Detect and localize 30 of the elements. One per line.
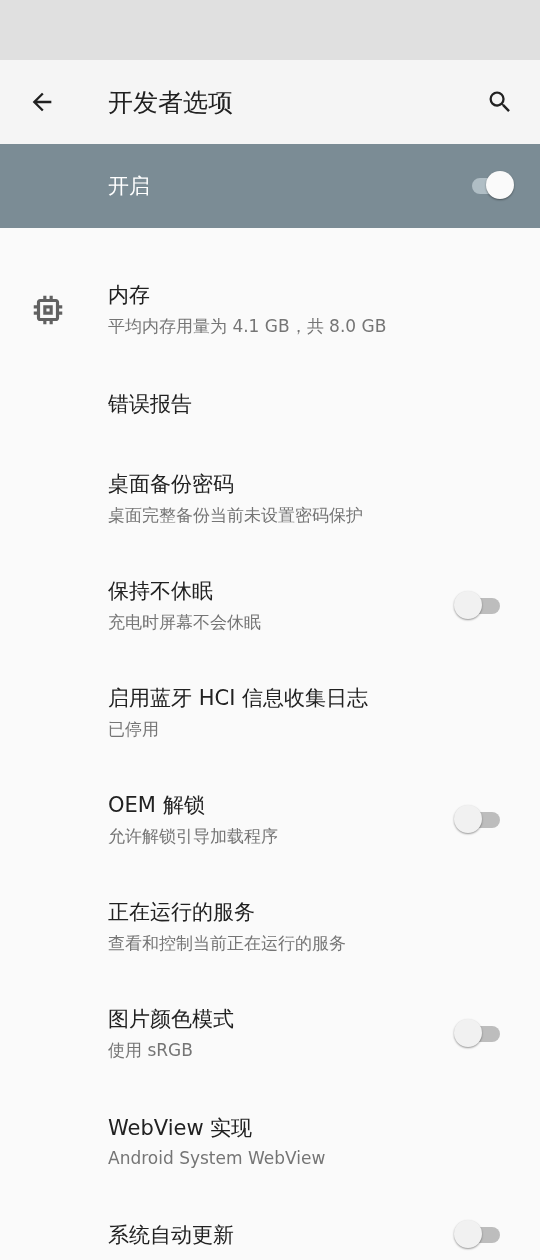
setting-summary: 平均内存用量为 4.1 GB，共 8.0 GB	[108, 315, 388, 338]
setting-item[interactable]: 启用蓝牙 HCI 信息收集日志 已停用	[0, 659, 540, 766]
setting-summary: 充电时屏幕不会休眠	[108, 611, 262, 634]
setting-item[interactable]: 图片颜色模式 使用 sRGB	[0, 980, 540, 1087]
setting-item[interactable]: 桌面备份密码 桌面完整备份当前未设置密码保护	[0, 445, 540, 552]
setting-item[interactable]: OEM 解锁 允许解锁引导加载程序	[0, 766, 540, 873]
setting-title: OEM 解锁	[108, 792, 206, 819]
setting-title: 正在运行的服务	[108, 899, 256, 926]
setting-summary: 查看和控制当前正在运行的服务	[108, 932, 347, 955]
setting-item[interactable]: 内存 平均内存用量为 4.1 GB，共 8.0 GB	[0, 256, 540, 363]
setting-summary: Android System WebView	[108, 1147, 327, 1168]
setting-item[interactable]: 保持不休眠 充电时屏幕不会休眠	[0, 552, 540, 659]
setting-summary: 桌面完整备份当前未设置密码保护	[108, 504, 364, 527]
setting-item[interactable]: 错误报告	[0, 363, 540, 445]
setting-summary: 允许解锁引导加载程序	[108, 825, 279, 848]
screen-title: 开发者选项	[108, 86, 233, 119]
setting-item[interactable]: 系统自动更新	[0, 1194, 540, 1260]
setting-title: 系统自动更新	[108, 1222, 235, 1249]
master-switch-label: 开启	[108, 173, 150, 200]
setting-title: 桌面备份密码	[108, 471, 235, 498]
setting-title: 保持不休眠	[108, 578, 214, 605]
setting-title: 内存	[108, 282, 151, 309]
setting-title: 错误报告	[108, 391, 193, 418]
setting-item[interactable]: 正在运行的服务 查看和控制当前正在运行的服务	[0, 873, 540, 980]
setting-title: WebView 实现	[108, 1114, 254, 1142]
setting-summary: 使用 sRGB	[108, 1039, 194, 1062]
setting-title: 启用蓝牙 HCI 信息收集日志	[108, 685, 369, 712]
setting-title: 图片颜色模式	[108, 1006, 235, 1033]
setting-summary: 已停用	[108, 718, 160, 741]
setting-item[interactable]: WebView 实现 Android System WebView	[0, 1087, 540, 1194]
